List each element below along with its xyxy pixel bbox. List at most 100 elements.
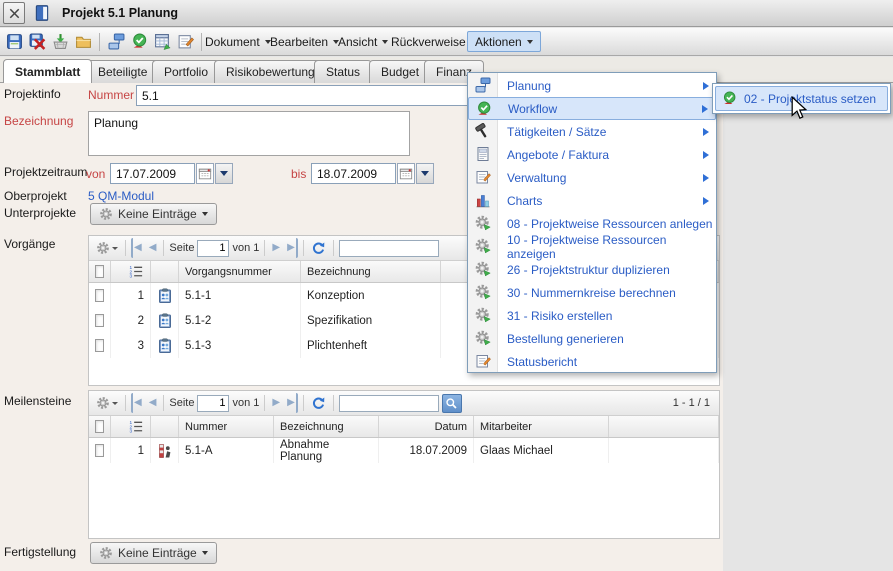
close-button[interactable] xyxy=(3,2,25,24)
grid-actions-button[interactable] xyxy=(94,393,120,413)
row-checkbox[interactable] xyxy=(95,314,104,327)
page-number-input[interactable] xyxy=(197,395,229,412)
select-all-checkbox[interactable] xyxy=(95,420,104,433)
menu-item-verwaltung[interactable]: Verwaltung xyxy=(468,166,716,189)
submenu-arrow-icon xyxy=(703,197,709,205)
menu-item-label: Angebote / Faktura xyxy=(507,148,609,162)
menu-aktionen[interactable]: Aktionen xyxy=(467,31,541,52)
calendar-icon xyxy=(399,167,413,181)
grid-actions-button[interactable] xyxy=(94,238,120,258)
vorgaenge-search-input[interactable] xyxy=(339,240,439,257)
menu-item-statusbericht[interactable]: Statusbericht xyxy=(468,350,716,373)
menu-item-31-risiko[interactable]: 31 - Risiko erstellen xyxy=(468,304,716,327)
tab-budget[interactable]: Budget xyxy=(369,60,431,83)
unterprojekte-button[interactable]: Keine Einträge xyxy=(90,203,217,225)
column-header-mitarbeiter[interactable]: Mitarbeiter xyxy=(474,416,609,437)
von-date-input[interactable] xyxy=(110,163,195,184)
row-number-header[interactable] xyxy=(111,416,151,437)
document-book-icon xyxy=(33,4,51,22)
import-button[interactable] xyxy=(49,30,71,53)
oberprojekt-link[interactable]: 5 QM-Modul xyxy=(88,189,154,203)
tab-beteiligte[interactable]: Beteiligte xyxy=(86,60,159,83)
menu-label: Bearbeiten xyxy=(270,35,328,49)
next-page-button[interactable]: ▶ xyxy=(270,238,282,258)
window-title: Projekt 5.1 Planung xyxy=(62,6,178,20)
von-dropdown-button[interactable] xyxy=(215,163,233,184)
menu-item-26-projektstruktur[interactable]: 26 - Projektstruktur duplizieren xyxy=(468,258,716,281)
structure-button[interactable] xyxy=(105,30,127,53)
tab-portfolio[interactable]: Portfolio xyxy=(152,60,220,83)
menu-item-angebote[interactable]: Angebote / Faktura xyxy=(468,143,716,166)
gear-run-icon xyxy=(475,330,491,346)
structure-icon xyxy=(108,33,125,50)
toolbar: Dokument Bearbeiten Ansicht Rückverweise… xyxy=(0,28,893,56)
menu-label: Aktionen xyxy=(475,35,522,49)
tab-status[interactable]: Status xyxy=(314,60,372,83)
gear-icon xyxy=(99,546,113,560)
next-page-button[interactable]: ▶ xyxy=(270,393,282,413)
column-header-datum[interactable]: Datum xyxy=(379,416,474,437)
row-checkbox[interactable] xyxy=(95,339,104,352)
workflow-button[interactable] xyxy=(128,30,150,53)
menu-item-30-nummernkreise[interactable]: 30 - Nummernkreise berechnen xyxy=(468,281,716,304)
menu-item-bestellung[interactable]: Bestellung generieren xyxy=(468,327,716,350)
meilensteine-grid-toolbar: ◀ ◀ Seite von 1 ▶ ▶ 1 - 1 / 1 xyxy=(89,391,719,416)
mouse-cursor-icon xyxy=(791,96,807,121)
column-header-vorgangsnummer[interactable]: Vorgangsnummer xyxy=(179,261,301,282)
submenu-arrow-icon xyxy=(702,105,708,113)
prev-page-icon: ◀ xyxy=(149,243,157,253)
menu-item-label: 31 - Risiko erstellen xyxy=(507,309,612,323)
edit-note-button[interactable] xyxy=(174,30,196,53)
table-row[interactable]: 1 5.1-A Abnahme Planung 18.07.2009 Glaas… xyxy=(89,438,719,463)
open-folder-button[interactable] xyxy=(72,30,94,53)
menu-item-label: Verwaltung xyxy=(507,171,566,185)
application-window: Projekt 5.1 Planung Dokument Bearbeiten … xyxy=(0,0,893,571)
column-header-bezeichnung[interactable]: Bezeichnung xyxy=(274,416,379,437)
menu-item-charts[interactable]: Charts xyxy=(468,189,716,212)
bis-dropdown-button[interactable] xyxy=(416,163,434,184)
prev-page-button[interactable]: ◀ xyxy=(147,393,159,413)
last-page-button[interactable]: ▶ xyxy=(285,238,298,258)
menu-item-planung[interactable]: Planung xyxy=(468,74,716,97)
tab-stammblatt[interactable]: Stammblatt xyxy=(3,59,92,83)
first-page-button[interactable]: ◀ xyxy=(131,393,144,413)
column-header-nummer[interactable]: Nummer xyxy=(179,416,274,437)
row-checkbox[interactable] xyxy=(95,444,104,457)
folder-icon xyxy=(75,33,92,50)
toolbar-separator xyxy=(163,240,164,256)
tab-risikobewertung[interactable]: Risikobewertung xyxy=(214,60,327,83)
meilensteine-search-input[interactable] xyxy=(339,395,439,412)
menu-item-10-ressourcen-anzeigen[interactable]: 10 - Projektweise Ressourcen anzeigen xyxy=(468,235,716,258)
delete-button[interactable] xyxy=(26,30,48,53)
aktionen-dropdown-menu: Planung Workflow Tätigkeiten / Sätze Ang… xyxy=(467,72,717,373)
select-all-checkbox[interactable] xyxy=(95,265,104,278)
bis-calendar-button[interactable] xyxy=(397,163,415,184)
cell-vorgangsnummer: 5.1-3 xyxy=(179,333,301,358)
last-page-button[interactable]: ▶ xyxy=(285,393,298,413)
row-checkbox[interactable] xyxy=(95,289,104,302)
cell-nummer: 5.1-A xyxy=(179,438,274,463)
projektzeitraum-label: Projektzeitraum xyxy=(4,165,87,179)
menu-item-workflow[interactable]: Workflow xyxy=(468,97,716,120)
fertigstellung-button[interactable]: Keine Einträge xyxy=(90,542,217,564)
row-number-header[interactable] xyxy=(111,261,151,282)
menu-item-taetigkeiten[interactable]: Tätigkeiten / Sätze xyxy=(468,120,716,143)
refresh-button[interactable] xyxy=(309,238,328,258)
gear-run-icon xyxy=(475,238,491,254)
prev-page-button[interactable]: ◀ xyxy=(147,238,159,258)
first-page-button[interactable]: ◀ xyxy=(131,238,144,258)
report-button[interactable] xyxy=(151,30,173,53)
chevron-down-icon xyxy=(220,171,228,176)
column-header-bezeichnung[interactable]: Bezeichnung xyxy=(301,261,441,282)
bezeichnung-textarea[interactable]: Planung xyxy=(88,111,410,156)
refresh-button[interactable] xyxy=(309,393,328,413)
save-button[interactable] xyxy=(3,30,25,53)
page-number-input[interactable] xyxy=(197,240,229,257)
von-calendar-button[interactable] xyxy=(196,163,214,184)
meilensteine-header-row: Nummer Bezeichnung Datum Mitarbeiter xyxy=(89,416,719,438)
toolbar-separator xyxy=(303,240,304,256)
search-button[interactable] xyxy=(442,394,462,413)
menu-item-label: 30 - Nummernkreise berechnen xyxy=(507,286,676,300)
bis-date-input[interactable] xyxy=(311,163,396,184)
numbered-list-icon xyxy=(129,419,144,434)
